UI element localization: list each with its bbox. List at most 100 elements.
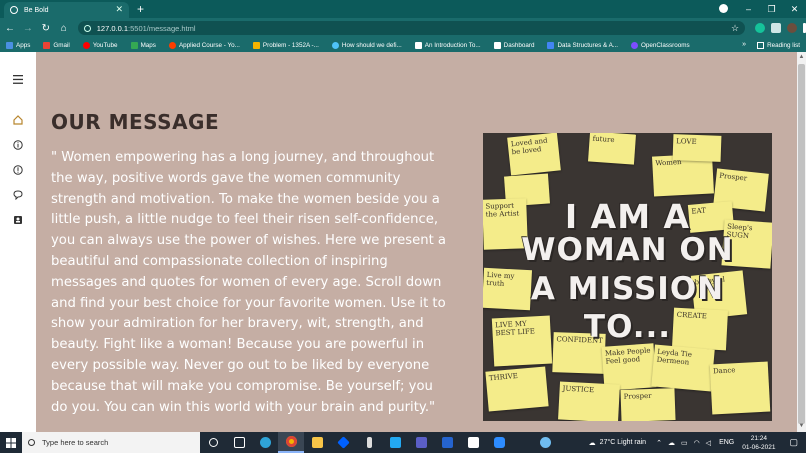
weather-cloud-icon[interactable]: ☁ (589, 439, 596, 447)
show-hidden-icons-icon[interactable]: ⌃ (656, 439, 662, 447)
clock[interactable]: 21:24 01-06-2021 (742, 434, 775, 452)
bookmark-gmail[interactable]: Gmail (43, 41, 70, 49)
wifi-icon[interactable]: ◠ (694, 439, 700, 447)
sticky-note: future (588, 133, 636, 165)
browser-toolbar: ← → ↻ ⌂ 127.0.0.1:5501/message.html ☆ (0, 18, 806, 38)
poster-line: TO... (583, 309, 672, 345)
scrollbar-thumb[interactable] (798, 64, 805, 424)
sticky-note: LOVE (672, 134, 722, 162)
site-info-icon[interactable] (83, 24, 91, 32)
url-path: :5501/message.html (128, 23, 196, 33)
file-explorer-icon[interactable] (304, 432, 330, 453)
book-icon (547, 41, 555, 49)
battery-icon[interactable]: ▭ (681, 439, 688, 447)
reading-list-button[interactable]: Reading list (757, 38, 800, 52)
dashboard-icon (493, 41, 501, 49)
sticky-note: Dance (709, 361, 771, 415)
close-window-button[interactable]: ✕ (783, 0, 806, 18)
codeforces-icon (252, 41, 260, 49)
bookmark-data-structures[interactable]: Data Structures & A... (547, 41, 618, 49)
tab-close-icon[interactable]: ✕ (115, 4, 123, 15)
cloud-icon (331, 41, 339, 49)
page-title: OUR MESSAGE (51, 110, 220, 134)
zoom-icon[interactable] (486, 432, 512, 453)
reading-list-icon (757, 41, 765, 49)
sticky-note: Loved and be loved (507, 133, 561, 176)
bookmarks-bar: Apps Gmail YouTube Maps Applied Course -… (0, 38, 806, 52)
maximize-button[interactable]: ❐ (760, 0, 783, 18)
grammarly-extension-icon[interactable] (755, 23, 766, 33)
document-icon (414, 41, 422, 49)
poster-line: A MISSION (530, 271, 725, 307)
weather-text[interactable]: 27°C Light rain (600, 439, 646, 446)
tab-be-bold[interactable]: Be Bold ✕ (4, 2, 129, 18)
profile-indicator-icon[interactable] (719, 4, 728, 13)
sticky-note: Leyda Tie Dermeon (651, 344, 715, 392)
vscode-icon[interactable] (382, 432, 408, 453)
notion-icon[interactable] (460, 432, 486, 453)
winamp-icon[interactable] (356, 432, 382, 453)
contact-card-nav-icon[interactable] (12, 214, 24, 226)
home-icon[interactable]: ⌂ (56, 20, 72, 36)
address-bar[interactable]: 127.0.0.1:5501/message.html ☆ (77, 21, 746, 35)
bookmark-applied-course[interactable]: Applied Course - Yo... (168, 41, 240, 49)
globe-icon (10, 6, 18, 14)
woman-on-a-mission-poster: Loved and be loved future Women Prosper … (483, 133, 772, 421)
cortana-icon[interactable] (200, 432, 226, 453)
onedrive-cloud-icon[interactable]: ☁ (668, 439, 675, 447)
todo-check-icon[interactable] (434, 432, 460, 453)
qbittorrent-icon[interactable] (532, 432, 558, 453)
new-tab-button[interactable]: + (137, 2, 144, 16)
taskbar-search-box[interactable]: Type here to search (22, 432, 200, 453)
scroll-up-arrow-icon[interactable]: ▲ (798, 54, 805, 62)
bookmark-maps[interactable]: Maps (130, 41, 156, 49)
reload-icon[interactable]: ↻ (38, 20, 54, 36)
extensions-puzzle-icon[interactable] (771, 23, 782, 33)
browser-tab-strip: Be Bold ✕ + – ❐ ✕ (0, 0, 806, 18)
bookmark-apps[interactable]: Apps (6, 41, 30, 49)
openclassrooms-icon (631, 41, 639, 49)
hamburger-menu-icon[interactable] (12, 73, 24, 85)
bookmark-openclassrooms[interactable]: OpenClassrooms (631, 41, 690, 49)
forward-arrow-icon[interactable]: → (20, 20, 36, 36)
poster-line: I AM A (564, 197, 691, 236)
tab-title: Be Bold (24, 6, 49, 14)
profile-avatar-icon[interactable] (787, 23, 798, 33)
bookmark-problem[interactable]: Problem - 1352A -... (252, 41, 319, 49)
home-nav-icon[interactable] (12, 114, 24, 126)
page-scrollbar[interactable]: ▲ ▼ (797, 52, 806, 432)
search-placeholder: Type here to search (42, 438, 109, 447)
bookmark-star-icon[interactable]: ☆ (731, 23, 739, 34)
sticky-note: JUSTICE (558, 381, 620, 421)
bookmark-dashboard[interactable]: Dashboard (493, 41, 534, 49)
scroll-down-arrow-icon[interactable]: ▼ (798, 423, 805, 431)
volume-icon[interactable]: ◁ (706, 439, 711, 447)
minimize-button[interactable]: – (737, 0, 760, 18)
bookmark-how-should-we[interactable]: How should we defi... (331, 41, 402, 49)
bookmark-youtube[interactable]: YouTube (82, 41, 118, 49)
bookmarks-overflow-button[interactable]: » (742, 38, 746, 52)
back-arrow-icon[interactable]: ← (2, 20, 18, 36)
teams-icon[interactable] (408, 432, 434, 453)
side-navigation (0, 52, 36, 432)
dropbox-icon[interactable] (330, 432, 356, 453)
url-host: 127.0.0.1 (96, 23, 129, 33)
chat-nav-icon[interactable] (12, 189, 24, 201)
info-nav-icon[interactable] (12, 139, 24, 151)
sticky-note: THRIVE (485, 366, 549, 412)
clock-time: 21:24 (750, 434, 767, 442)
youtube-icon (168, 41, 176, 49)
chrome-icon[interactable] (278, 432, 304, 453)
search-icon (28, 439, 35, 446)
edge-icon[interactable] (252, 432, 278, 453)
task-view-icon[interactable] (226, 432, 252, 453)
clock-date: 01-06-2021 (742, 443, 776, 451)
bookmark-introduction[interactable]: An Introduction To... (414, 41, 481, 49)
message-paragraph: " Women empowering has a long journey, a… (51, 150, 447, 415)
system-tray: ☁ 27°C Light rain ⌃ ☁ ▭ ◠ ◁ ENG 21:24 01… (589, 432, 806, 453)
language-indicator[interactable]: ENG (719, 439, 734, 446)
windows-taskbar: Type here to search ☁ 27°C Light rain ⌃ … (0, 432, 806, 453)
windows-start-button[interactable] (0, 432, 22, 453)
alert-nav-icon[interactable] (12, 164, 24, 176)
notification-center-icon[interactable]: ▢ (789, 437, 798, 448)
